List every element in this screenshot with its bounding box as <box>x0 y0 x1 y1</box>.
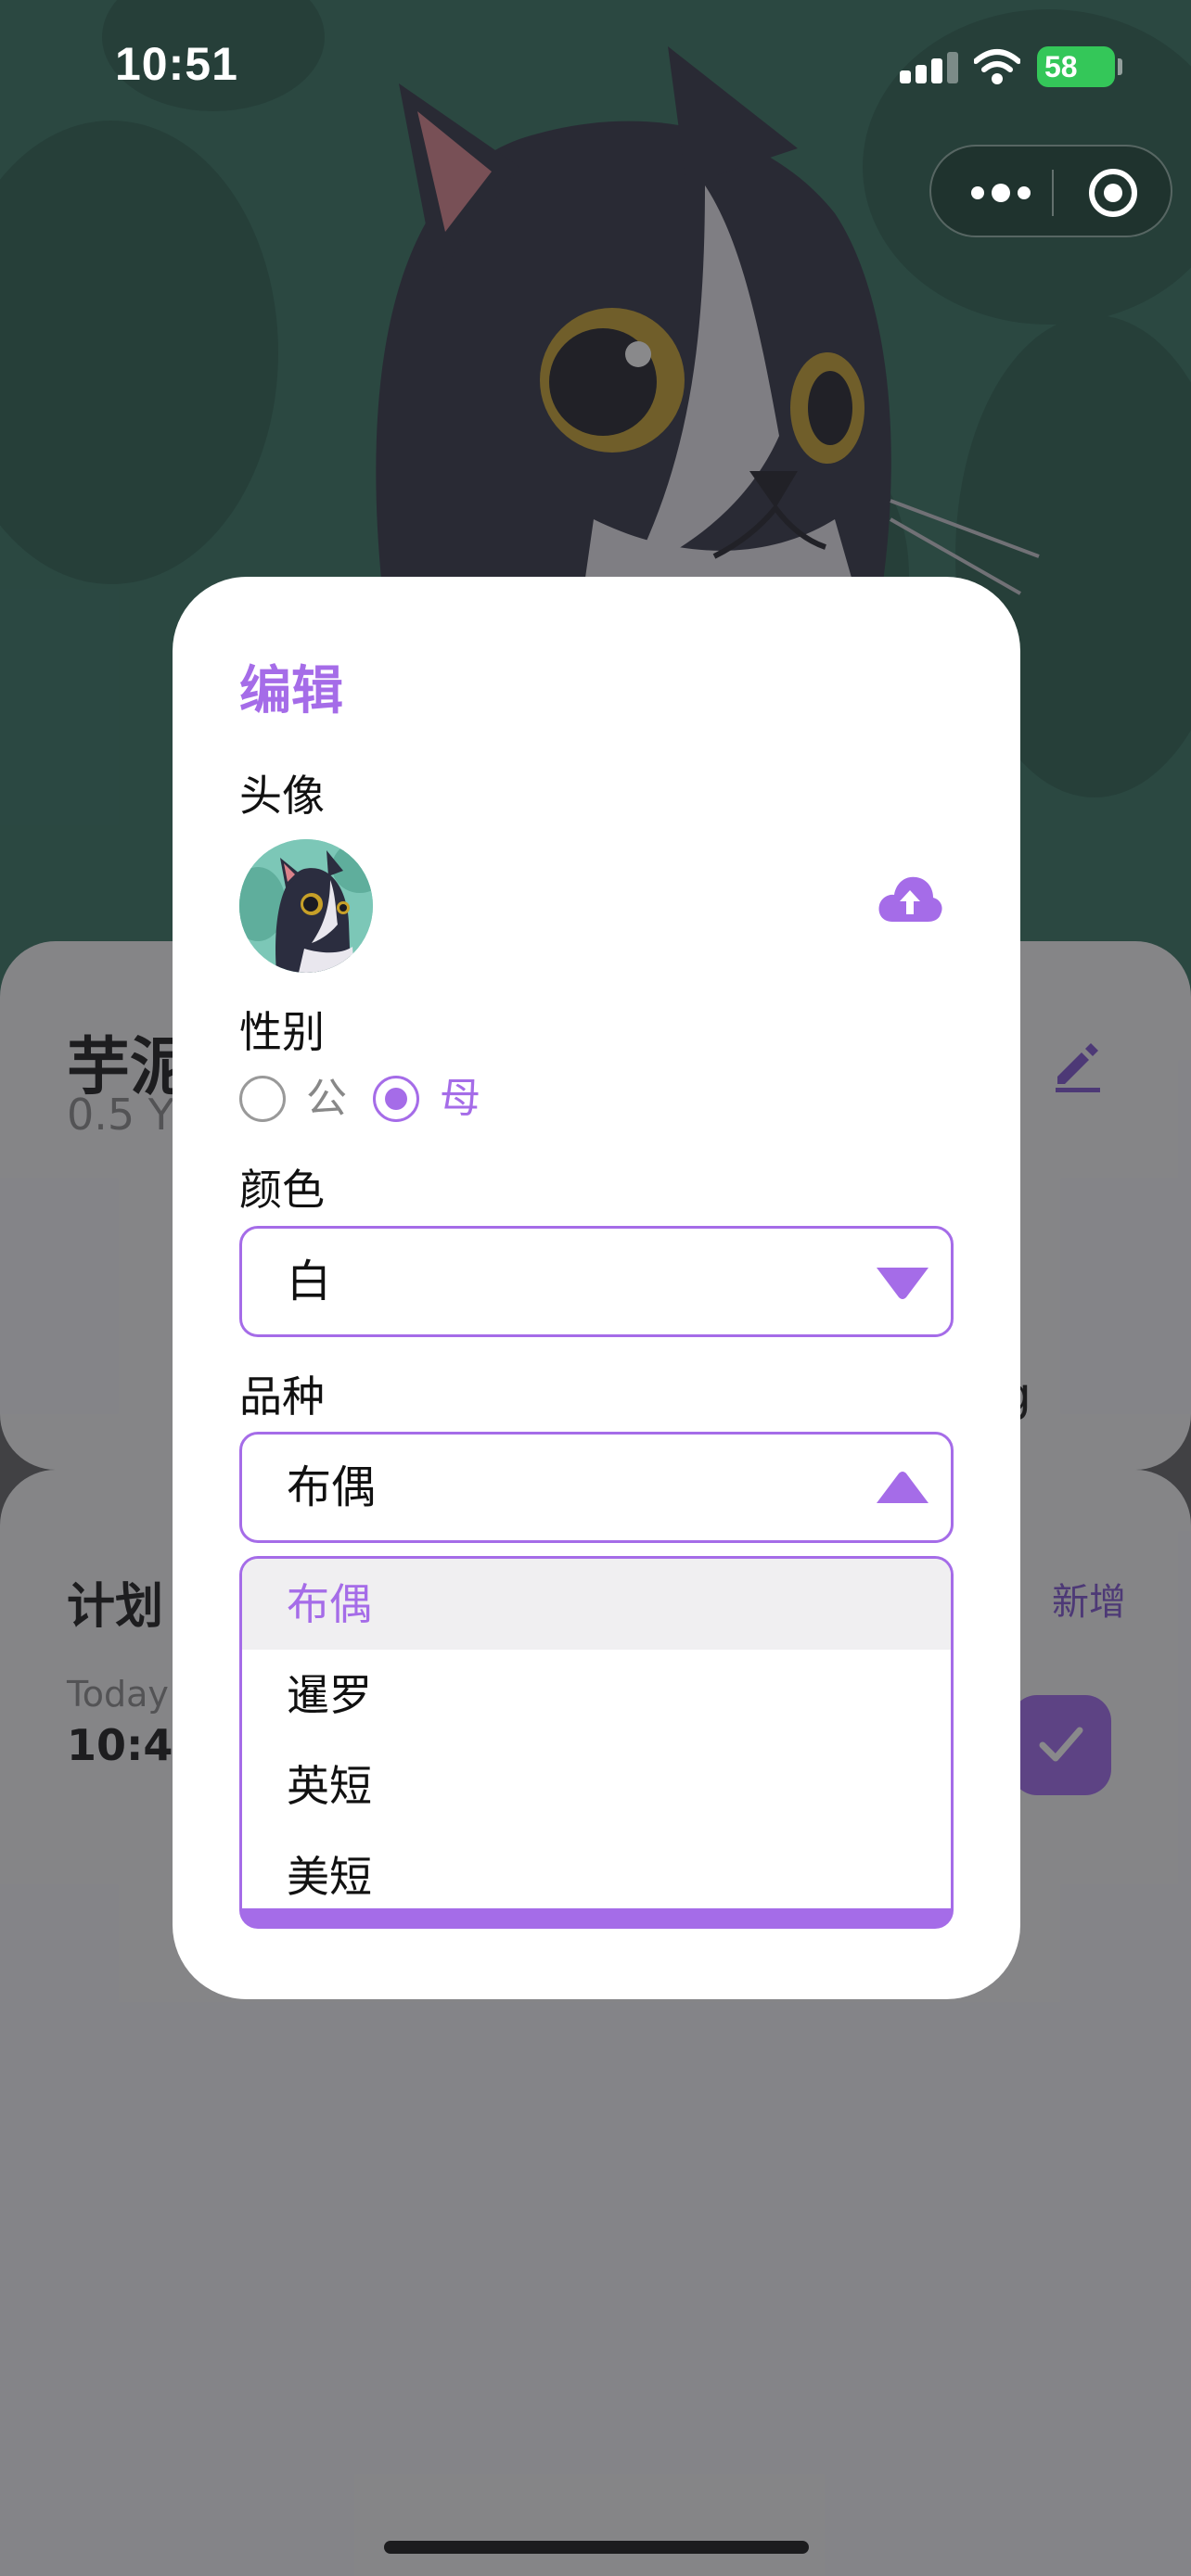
status-time: 10:51 <box>115 38 238 90</box>
battery-level: 58 <box>1044 50 1078 83</box>
avatar-image <box>239 839 373 973</box>
avatar[interactable] <box>239 839 373 973</box>
cellular-signal-icon <box>900 52 958 83</box>
edit-modal: 编辑 头像 性别 公 母 颜色 白 品种 布偶 布偶 暹罗 英短 美短 <box>173 577 1020 1999</box>
avatar-label: 头像 <box>239 771 325 821</box>
breed-option[interactable]: 美短 <box>242 1831 951 1908</box>
close-miniprogram-icon[interactable] <box>1087 167 1139 219</box>
breed-option[interactable]: 暹罗 <box>242 1650 951 1741</box>
chevron-up-icon <box>877 1472 928 1503</box>
gender-female-label[interactable]: 母 <box>440 1076 480 1122</box>
pet-age: 0.5 Y <box>67 1090 174 1140</box>
breed-select-value: 布偶 <box>287 1461 377 1513</box>
breed-select[interactable]: 布偶 <box>239 1432 954 1543</box>
modal-title: 编辑 <box>239 661 343 721</box>
battery-tip <box>1118 58 1122 75</box>
plan-day: Today <box>67 1674 169 1715</box>
color-label: 颜色 <box>239 1165 325 1215</box>
status-bar: 10:51 58 <box>0 0 1191 139</box>
upload-cloud-icon[interactable] <box>877 870 942 925</box>
wifi-icon <box>974 49 1020 84</box>
color-select[interactable]: 白 <box>239 1226 954 1337</box>
capsule-divider <box>1052 170 1054 216</box>
battery-indicator: 58 <box>1037 46 1115 87</box>
miniprogram-capsule <box>929 145 1172 237</box>
home-indicator <box>384 2541 809 2554</box>
gender-male-radio[interactable] <box>239 1076 286 1122</box>
gender-female-radio[interactable] <box>373 1076 419 1122</box>
breed-option[interactable]: 英短 <box>242 1741 951 1831</box>
breed-option[interactable]: 布偶 <box>242 1559 951 1650</box>
check-icon <box>1039 1727 1083 1762</box>
plan-title: 计划 <box>67 1579 164 1635</box>
chevron-down-icon <box>877 1268 928 1299</box>
add-plan-button[interactable]: 新增 <box>1052 1572 1126 1626</box>
breed-dropdown: 布偶 暹罗 英短 美短 <box>239 1556 954 1929</box>
complete-plan-button[interactable] <box>1011 1695 1111 1795</box>
gender-male-label[interactable]: 公 <box>306 1076 347 1122</box>
edit-icon[interactable] <box>1048 1034 1108 1093</box>
breed-label: 品种 <box>239 1371 325 1422</box>
color-select-value: 白 <box>287 1256 332 1307</box>
gender-label: 性别 <box>239 1007 325 1057</box>
more-icon[interactable] <box>968 174 1033 211</box>
